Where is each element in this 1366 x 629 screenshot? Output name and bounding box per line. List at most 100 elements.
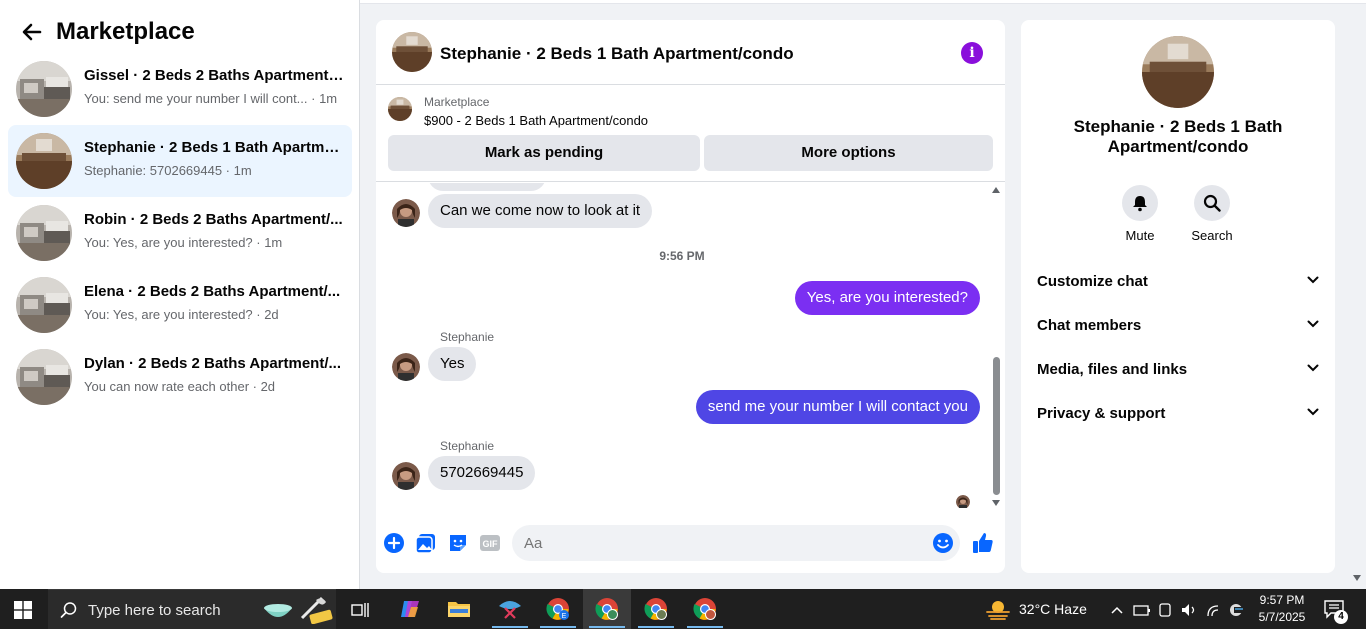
system-tray[interactable]: [1110, 601, 1250, 619]
privacy-support-section[interactable]: Privacy & support: [1037, 396, 1319, 432]
listing-thumbnail[interactable]: [388, 97, 412, 121]
message-bubble-incoming: Can we come now to look at it: [428, 194, 653, 228]
sender-name: Stephanie: [440, 330, 495, 344]
notification-badge: 4: [1334, 610, 1348, 624]
listing-thumbnail: [16, 61, 72, 117]
customize-chat-section[interactable]: Customize chat: [1037, 264, 1319, 300]
conversation-preview: You: send me your number I will cont... …: [84, 91, 338, 106]
taskbar-search-placeholder: Type here to search: [88, 602, 221, 619]
conversation-item-stephanie[interactable]: Stephanie · 2 Beds 1 Bath Apartme... Ste…: [8, 125, 352, 197]
listing-avatar[interactable]: [1142, 36, 1214, 108]
snipping-tool-app[interactable]: [486, 589, 534, 629]
scroll-down-arrow-icon[interactable]: [992, 500, 1000, 506]
copilot-app[interactable]: [386, 589, 434, 629]
chrome-profile-2-app[interactable]: [583, 589, 631, 629]
chrome-profile-e-app[interactable]: E: [534, 589, 582, 629]
media-files-links-section[interactable]: Media, files and links: [1037, 352, 1319, 388]
conversation-title: Stephanie · 2 Beds 1 Bath Apartme...: [84, 139, 344, 156]
conversation-sidebar: Marketplace Gissel · 2 Beds 2 Baths Apar…: [0, 0, 360, 589]
task-view-icon: [351, 603, 369, 617]
message-list: Can we come now to look at it 9:56 PM Ye…: [376, 183, 1005, 508]
chat-title[interactable]: Stephanie · 2 Beds 1 Bath Apartment/cond…: [440, 44, 794, 64]
speaker-icon: [1182, 604, 1189, 616]
emoji-icon[interactable]: [932, 532, 954, 554]
listing-thumbnail: [16, 133, 72, 189]
mark-as-pending-button[interactable]: Mark as pending: [388, 135, 700, 171]
chat-members-section[interactable]: Chat members: [1037, 308, 1319, 344]
conversation-item-gissel[interactable]: Gissel · 2 Beds 2 Baths Apartment/... Yo…: [8, 53, 352, 125]
windows-start-icon[interactable]: [14, 601, 32, 619]
details-panel: Stephanie · 2 Beds 1 Bath Apartment/cond…: [1021, 20, 1335, 573]
search-button[interactable]: Search: [1182, 185, 1242, 243]
sticker-icon[interactable]: [447, 532, 469, 554]
chrome-profile-4-app[interactable]: [681, 589, 729, 629]
page-scroll-down-arrow-icon[interactable]: [1353, 575, 1361, 581]
show-hidden-icons-icon: [1111, 606, 1123, 614]
svg-text:E: E: [562, 613, 567, 620]
listing-label: Marketplace: [424, 95, 490, 109]
task-view-button[interactable]: [336, 589, 384, 629]
conversation-title: Gissel · 2 Beds 2 Baths Apartment/...: [84, 67, 344, 84]
sidebar-header: Marketplace: [20, 18, 195, 46]
chat-header: Stephanie · 2 Beds 1 Bath Apartment/cond…: [376, 20, 1005, 85]
read-receipt-avatar: [956, 495, 970, 508]
chrome-icon: [644, 598, 667, 620]
section-label: Customize chat: [1037, 273, 1148, 290]
copilot-icon: [401, 601, 419, 617]
conversation-title: Robin · 2 Beds 2 Baths Apartment/...: [84, 211, 343, 228]
chrome-profile-3-app[interactable]: [632, 589, 680, 629]
message-scrollbar[interactable]: [990, 183, 1002, 508]
search-icon: [60, 602, 77, 618]
conversation-preview: Stephanie: 5702669445 · 1m: [84, 163, 252, 178]
clock-time: 9:57 PM: [1259, 593, 1305, 607]
like-thumbs-up-icon[interactable]: [971, 531, 995, 555]
info-icon[interactable]: i: [961, 42, 983, 64]
conversation-preview: You: Yes, are you interested? · 2d: [84, 307, 279, 322]
conversation-title: Elena · 2 Beds 2 Baths Apartment/...: [84, 283, 341, 300]
folder-icon: [448, 602, 470, 617]
message-bubble-incoming: 5702669445: [428, 456, 536, 490]
message-bubble-outgoing: Yes, are you interested?: [794, 281, 980, 315]
scroll-up-arrow-icon[interactable]: [992, 187, 1000, 193]
more-options-button[interactable]: More options: [704, 135, 993, 171]
weather-widget[interactable]: 32°C Haze: [985, 598, 1087, 620]
listing-price-title[interactable]: $900 - 2 Beds 1 Bath Apartment/condo: [424, 113, 648, 128]
chat-avatar[interactable]: [392, 32, 432, 72]
chevron-down-icon: [1307, 364, 1319, 372]
chrome-icon: E: [546, 598, 569, 620]
message-bubble-incoming: Yes: [428, 347, 477, 381]
message-input[interactable]: [512, 525, 960, 561]
section-label: Chat members: [1037, 317, 1142, 334]
search-icon: [1203, 194, 1221, 212]
taskbar-clock[interactable]: 9:57 PM 5/7/2025: [1252, 592, 1312, 626]
gif-icon[interactable]: GIF: [479, 532, 501, 554]
windows-taskbar: Type here to search E 32°C Haze 9:57 PM …: [0, 589, 1366, 629]
sender-name: Stephanie: [440, 439, 495, 453]
plus-icon[interactable]: [383, 532, 405, 554]
chrome-icon: [595, 598, 618, 620]
section-label: Media, files and links: [1037, 361, 1188, 378]
message-composer: GIF: [376, 520, 1005, 566]
snipping-tool-icon: [499, 601, 521, 619]
sidebar-title: Marketplace: [56, 18, 195, 45]
conversation-item-elena[interactable]: Elena · 2 Beds 2 Baths Apartment/... You…: [8, 269, 352, 341]
top-strip: [360, 0, 1366, 4]
chevron-down-icon: [1307, 320, 1319, 328]
search-label: Search: [1191, 228, 1233, 243]
scrollbar-thumb[interactable]: [993, 357, 1000, 495]
back-arrow-icon[interactable]: [20, 20, 44, 44]
taskbar-search-box[interactable]: Type here to search: [48, 589, 336, 629]
message-bubble-partial: [428, 183, 546, 191]
sender-avatar: [392, 353, 420, 381]
photo-icon[interactable]: [415, 532, 437, 554]
wifi-icon: [1207, 605, 1219, 617]
conversation-preview: You: Yes, are you interested? · 1m: [84, 235, 283, 250]
listing-thumbnail: [16, 205, 72, 261]
mute-button[interactable]: Mute: [1110, 185, 1170, 243]
conversation-item-dylan[interactable]: Dylan · 2 Beds 2 Baths Apartment/... You…: [8, 341, 352, 413]
conversation-item-robin[interactable]: Robin · 2 Beds 2 Baths Apartment/... You…: [8, 197, 352, 269]
conversation-preview: You can now rate each other · 2d: [84, 379, 276, 394]
chevron-down-icon: [1307, 408, 1319, 416]
file-explorer-app[interactable]: [435, 589, 483, 629]
listing-thumbnail: [16, 349, 72, 405]
